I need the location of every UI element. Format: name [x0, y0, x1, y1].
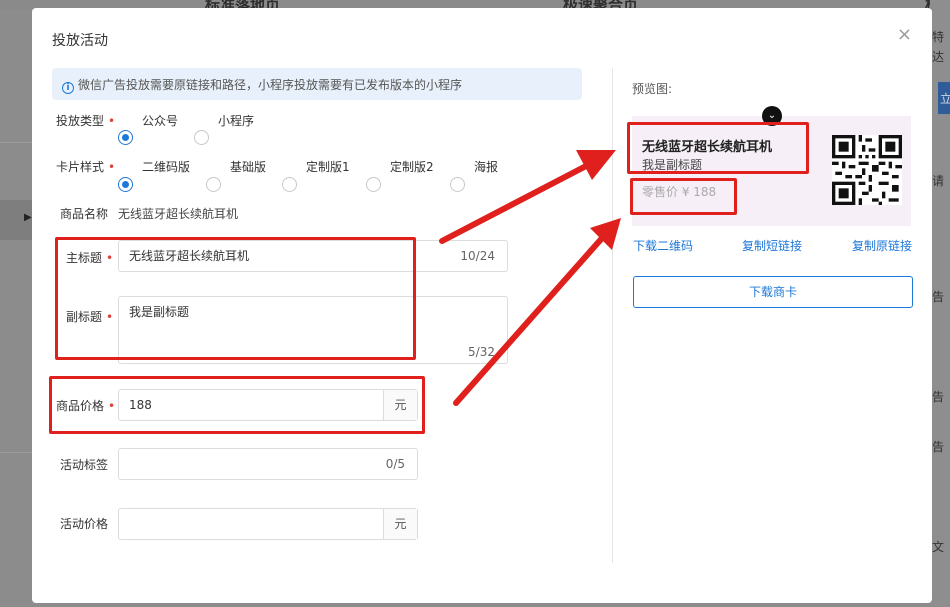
background-divider: [0, 142, 32, 143]
radio-custom2-style[interactable]: [366, 177, 381, 192]
preview-label: 预览图:: [632, 82, 673, 96]
option-qrcode-label: 二维码版: [142, 160, 191, 174]
activity-tag-counter: 0/5: [385, 457, 405, 471]
radio-custom1-style[interactable]: [282, 177, 297, 192]
download-card-button[interactable]: 下载商卡: [633, 276, 913, 308]
main-title-input[interactable]: 无线蓝牙超长续航耳机 10/24: [118, 240, 508, 272]
background-text: 文: [932, 540, 945, 554]
background-text: 请: [932, 174, 945, 188]
background-text: 达: [932, 50, 945, 64]
background-divider: [0, 452, 32, 453]
copy-original-link[interactable]: 复制原链接: [852, 237, 912, 254]
product-name-value: 无线蓝牙超长续航耳机: [118, 207, 239, 221]
option-custom2-label: 定制版2: [390, 160, 434, 174]
caret-right-icon: ▶: [24, 212, 32, 223]
option-official-account-label: 公众号: [142, 114, 179, 128]
main-title-label: 主标题 •: [66, 251, 114, 265]
delivery-type-label: 投放类型 •: [56, 114, 116, 128]
close-icon[interactable]: ×: [897, 26, 912, 44]
column-divider: [612, 68, 613, 563]
main-title-counter: 10/24: [460, 249, 495, 263]
background-text: 特: [932, 30, 945, 44]
subtitle-textarea[interactable]: 我是副标题 5/32: [118, 296, 508, 364]
info-icon: i: [62, 82, 74, 94]
price-label: 商品价格 •: [56, 399, 116, 413]
card-style-label: 卡片样式 •: [56, 160, 116, 174]
radio-mini-program[interactable]: [194, 130, 209, 145]
background-text: 告: [932, 440, 945, 454]
option-poster-label: 海报: [474, 160, 499, 174]
option-custom1-label: 定制版1: [306, 160, 350, 174]
activity-price-unit: 元: [383, 509, 417, 539]
price-input[interactable]: 188 元: [118, 389, 418, 421]
activity-price-label: 活动价格: [60, 517, 109, 531]
subtitle-counter: 5/32: [468, 345, 495, 359]
option-mini-program-label: 小程序: [218, 114, 255, 128]
chevron-down-icon[interactable]: ⌄: [762, 106, 782, 126]
price-unit: 元: [383, 390, 417, 420]
dialog-title: 投放活动: [52, 33, 108, 49]
card-price: 零售价 ¥ 188: [642, 185, 717, 199]
background-text: 告: [932, 290, 945, 304]
download-qrcode-link[interactable]: 下载二维码: [633, 237, 693, 254]
activity-tag-input[interactable]: 0/5: [118, 448, 418, 480]
radio-official-account[interactable]: [118, 130, 133, 145]
product-name-label: 商品名称: [60, 207, 109, 221]
card-subtitle: 我是副标题: [642, 158, 703, 172]
notice-text: 微信广告投放需要原链接和路径，小程序投放需要有已发布版本的小程序: [78, 78, 463, 92]
activity-price-input[interactable]: 元: [118, 508, 418, 540]
activity-tag-label: 活动标签: [60, 458, 109, 472]
card-title: 无线蓝牙超长续航耳机: [642, 140, 773, 155]
copy-short-link[interactable]: 复制短链接: [742, 237, 802, 254]
radio-poster-style[interactable]: [450, 177, 465, 192]
background-text: 告: [932, 390, 945, 404]
info-notice: i 微信广告投放需要原链接和路径，小程序投放需要有已发布版本的小程序: [52, 68, 582, 100]
option-basic-label: 基础版: [230, 160, 267, 174]
radio-qrcode-style[interactable]: [118, 177, 133, 192]
background-button: 立: [938, 82, 950, 114]
radio-basic-style[interactable]: [206, 177, 221, 192]
qr-code-image: [832, 135, 902, 205]
subtitle-label: 副标题 •: [66, 310, 114, 324]
